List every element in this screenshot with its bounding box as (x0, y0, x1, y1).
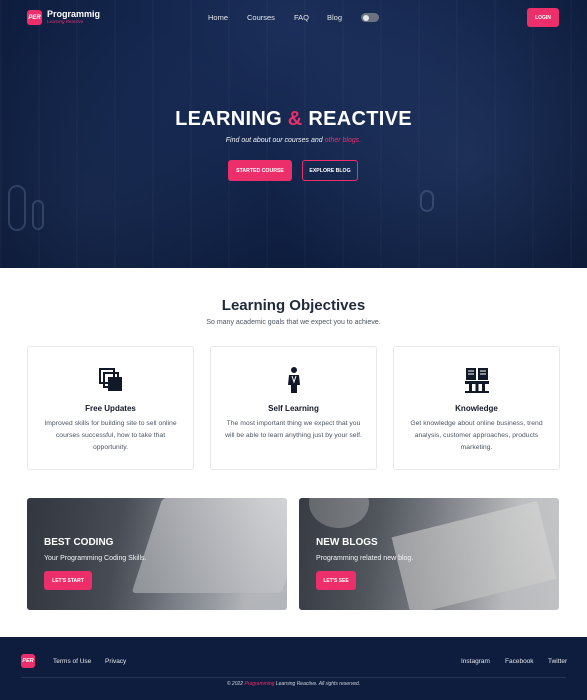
hero-title-part1: LEARNING (175, 108, 282, 130)
brand-logo[interactable]: PER Programmig Learning Reactive (27, 10, 100, 25)
nav-link-faq[interactable]: FAQ (294, 13, 309, 22)
started-course-button[interactable]: STARTED COURSE (228, 160, 292, 181)
footer-link-twitter[interactable]: Twitter (548, 658, 567, 665)
nav-link-courses[interactable]: Courses (247, 13, 275, 22)
login-button[interactable]: LOGIN (527, 8, 559, 27)
copyright-brand: Programming (244, 681, 275, 687)
decorative-shape (420, 190, 434, 212)
hero-section: PER Programmig Learning Reactive Home Co… (0, 0, 587, 268)
explore-blog-button[interactable]: EXPLORE BLOG (302, 160, 358, 181)
card-text: Get knowledge about online business, tre… (410, 420, 543, 451)
promo-title: BEST CODING (44, 537, 114, 548)
hero-subtitle: Find out about our courses and other blo… (0, 137, 587, 144)
decorative-shape (32, 200, 44, 230)
card-title: Knowledge (455, 404, 498, 413)
footer-link-instagram[interactable]: Instagram (461, 658, 490, 665)
copy-icon (98, 368, 122, 391)
objective-card-free-updates: Free Updates Improved skills for buildin… (27, 346, 194, 470)
objectives-title: Learning Objectives (221, 297, 366, 314)
promo-card-best-coding: BEST CODING Your Programming Coding Skil… (27, 498, 287, 610)
nav-link-home[interactable]: Home (208, 13, 228, 22)
book-pillar-icon (464, 368, 489, 393)
objective-card-self-learning: Self Learning The most important thing w… (210, 346, 377, 470)
footer-link-terms[interactable]: Terms of Use (53, 658, 91, 665)
hero-title-amp: & (287, 108, 303, 130)
logo-subtitle: Learning Reactive (47, 19, 84, 25)
person-icon (287, 367, 300, 393)
objectives-subtitle: So many academic goals that we expect yo… (206, 319, 381, 326)
hero-subtitle-text: Find out about our courses and (225, 137, 323, 144)
footer-link-facebook[interactable]: Facebook (505, 658, 534, 665)
copyright-text: © 2022 Programming Learning Reactive. Al… (0, 681, 587, 687)
promo-subtitle: Programming related new blog. (316, 555, 414, 562)
lets-see-button[interactable]: LET'S SEE (316, 571, 356, 590)
site-footer: PER Terms of Use Privacy Instagram Faceb… (0, 637, 587, 700)
logo-title: Programmig (47, 9, 101, 20)
card-title: Free Updates (85, 404, 136, 413)
card-text: The most important thing we expect that … (225, 420, 362, 439)
hero-subtitle-link[interactable]: other blogs. (325, 137, 362, 144)
footer-logo-badge[interactable]: PER (21, 654, 35, 668)
objective-card-knowledge: Knowledge Get knowledge about online bus… (393, 346, 560, 470)
decorative-shape (8, 185, 26, 231)
logo-badge: PER (27, 10, 42, 25)
top-navbar: PER Programmig Learning Reactive Home Co… (0, 0, 587, 36)
footer-divider (21, 677, 566, 678)
lets-start-button[interactable]: LET'S START (44, 571, 92, 590)
hero-title-part2: REACTIVE (308, 108, 412, 130)
hero-title: LEARNING & REACTIVE (0, 108, 587, 131)
footer-link-privacy[interactable]: Privacy (105, 658, 126, 665)
copyright-prefix: © 2022 (226, 681, 244, 687)
promo-card-new-blogs: NEW BLOGS Programming related new blog. … (299, 498, 559, 610)
nav-link-blog[interactable]: Blog (327, 13, 342, 22)
card-text: Improved skills for building site to sel… (44, 420, 177, 451)
copyright-suffix: Learning Reactive. All rights reserved. (275, 681, 361, 687)
theme-toggle[interactable] (361, 13, 379, 22)
promo-subtitle: Your Programming Coding Skills. (44, 555, 147, 562)
card-title: Self Learning (268, 404, 319, 413)
promo-title: NEW BLOGS (316, 537, 378, 548)
